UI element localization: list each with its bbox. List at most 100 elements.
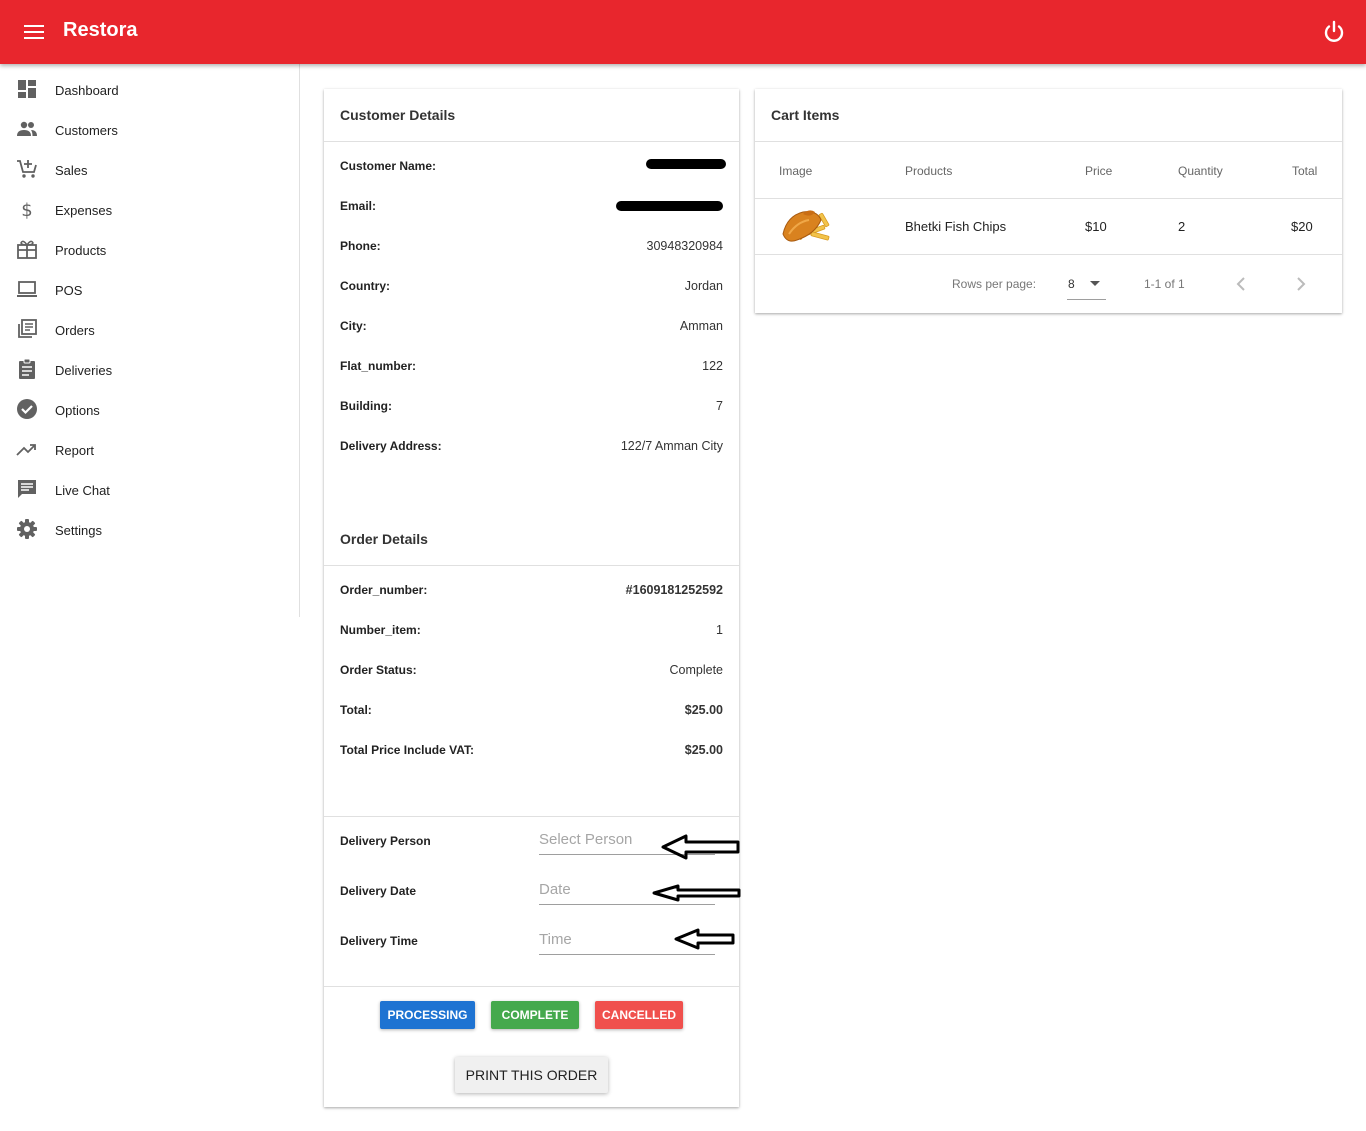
flat-number-value: 122 bbox=[702, 359, 723, 373]
sidebar-item-label: Settings bbox=[55, 523, 102, 538]
svg-text:$: $ bbox=[21, 200, 32, 220]
order-number-label: Order_number: bbox=[340, 583, 428, 597]
country-label: Country: bbox=[340, 279, 390, 293]
order-detail-card: Customer Details Customer Name: Email: P… bbox=[324, 89, 741, 1107]
sidebar-item-label: Expenses bbox=[55, 203, 113, 218]
cart-quantity: 2 bbox=[1178, 219, 1186, 234]
arrow-annotation-icon bbox=[674, 928, 735, 950]
sidebar-item-options[interactable]: Options bbox=[0, 388, 299, 428]
city-label: City: bbox=[340, 319, 367, 333]
phone-label: Phone: bbox=[340, 239, 381, 253]
sidebar-item-live-chat[interactable]: Live Chat bbox=[0, 468, 299, 508]
print-order-button[interactable]: PRINT THIS ORDER bbox=[455, 1057, 608, 1093]
chevron-left-icon[interactable] bbox=[1233, 275, 1251, 293]
sidebar-item-pos[interactable]: POS bbox=[0, 268, 299, 308]
complete-button[interactable]: COMPLETE bbox=[491, 1001, 579, 1029]
divider bbox=[755, 198, 1342, 199]
email-label: Email: bbox=[340, 199, 377, 213]
number-item-label: Number_item: bbox=[340, 623, 421, 637]
divider bbox=[324, 986, 739, 987]
chevron-down-icon bbox=[1090, 281, 1100, 286]
sidebar-item-label: Orders bbox=[55, 323, 95, 338]
order-details-title: Order Details bbox=[340, 531, 428, 547]
arrow-annotation-icon bbox=[652, 884, 741, 902]
column-header-image: Image bbox=[779, 164, 813, 178]
sidebar-item-label: Sales bbox=[55, 163, 88, 178]
column-header-total: Total bbox=[1292, 164, 1318, 178]
gift-box-icon bbox=[17, 240, 37, 259]
order-status-label: Order Status: bbox=[340, 663, 417, 677]
sidebar: Dashboard Customers Sales $ Expenses Pro… bbox=[0, 64, 300, 617]
column-header-products: Products bbox=[905, 164, 953, 178]
library-books-icon bbox=[18, 319, 37, 338]
cart-items-card: Cart Items Image Products Price Quantity… bbox=[755, 89, 1342, 313]
sidebar-item-label: Products bbox=[55, 243, 107, 258]
app-title: Restora bbox=[63, 19, 138, 41]
order-number-value: #1609181252592 bbox=[625, 583, 723, 597]
delivery-time-label: Delivery Time bbox=[340, 934, 418, 948]
building-value: 7 bbox=[716, 399, 723, 413]
gear-icon bbox=[17, 519, 37, 539]
sidebar-item-label: Live Chat bbox=[55, 483, 110, 498]
chevron-right-icon[interactable] bbox=[1291, 275, 1309, 293]
redaction-mark bbox=[646, 159, 726, 169]
divider bbox=[755, 254, 1342, 255]
cart-product-name: Bhetki Fish Chips bbox=[905, 219, 1007, 234]
processing-button[interactable]: PROCESSING bbox=[380, 1001, 475, 1029]
sidebar-item-deliveries[interactable]: Deliveries bbox=[0, 348, 299, 388]
total-vat-label: Total Price Include VAT: bbox=[340, 743, 475, 757]
sidebar-item-sales[interactable]: Sales bbox=[0, 148, 299, 188]
sidebar-item-label: POS bbox=[55, 283, 83, 298]
redaction-mark bbox=[616, 201, 723, 211]
column-header-quantity: Quantity bbox=[1178, 164, 1223, 178]
divider bbox=[324, 141, 739, 142]
trending-up-icon bbox=[16, 444, 36, 456]
rows-per-page-value: 8 bbox=[1068, 277, 1075, 291]
divider bbox=[324, 816, 739, 817]
cart-total: $20 bbox=[1291, 219, 1313, 234]
cart-add-icon bbox=[17, 160, 37, 178]
customer-name-label: Customer Name: bbox=[340, 159, 437, 173]
sidebar-item-label: Customers bbox=[55, 123, 118, 138]
total-value: $25.00 bbox=[684, 703, 723, 717]
check-circle-icon bbox=[17, 399, 37, 419]
phone-value: 30948320984 bbox=[646, 239, 723, 253]
building-label: Building: bbox=[340, 399, 392, 413]
sidebar-item-report[interactable]: Report bbox=[0, 428, 299, 468]
city-value: Amman bbox=[679, 319, 723, 333]
sidebar-item-label: Deliveries bbox=[55, 363, 113, 378]
column-header-price: Price bbox=[1085, 164, 1113, 178]
power-icon[interactable] bbox=[1320, 18, 1348, 46]
customer-details-title: Customer Details bbox=[340, 107, 456, 123]
sidebar-item-customers[interactable]: Customers bbox=[0, 108, 299, 148]
cart-price: $10 bbox=[1085, 219, 1107, 234]
sidebar-item-label: Options bbox=[55, 403, 100, 418]
order-status-value: Complete bbox=[669, 663, 724, 677]
sidebar-item-label: Dashboard bbox=[55, 83, 119, 98]
total-label: Total: bbox=[340, 703, 372, 717]
dashboard-icon bbox=[18, 80, 36, 98]
rows-per-page-select[interactable]: 8 bbox=[1067, 269, 1106, 300]
sidebar-item-orders[interactable]: Orders bbox=[0, 308, 299, 348]
sidebar-item-products[interactable]: Products bbox=[0, 228, 299, 268]
country-value: Jordan bbox=[684, 279, 723, 293]
number-item-value: 1 bbox=[716, 623, 723, 637]
total-vat-value: $25.00 bbox=[684, 743, 723, 757]
flat-number-label: Flat_number: bbox=[340, 359, 417, 373]
fish-chips-image bbox=[782, 210, 830, 242]
menu-icon[interactable] bbox=[20, 20, 48, 44]
delivery-address-label: Delivery Address: bbox=[340, 439, 442, 453]
sidebar-item-label: Report bbox=[55, 443, 95, 458]
delivery-date-label: Delivery Date bbox=[340, 884, 417, 898]
sidebar-item-settings[interactable]: Settings bbox=[0, 508, 299, 548]
cancelled-button[interactable]: CANCELLED bbox=[595, 1001, 683, 1029]
delivery-address-value: 122/7 Amman City bbox=[620, 439, 723, 453]
sidebar-item-dashboard[interactable]: Dashboard bbox=[0, 68, 299, 108]
rows-per-page-label: Rows per page: bbox=[952, 277, 1037, 291]
sidebar-item-expenses[interactable]: $ Expenses bbox=[0, 188, 299, 228]
chat-icon bbox=[18, 480, 36, 498]
delivery-person-label: Delivery Person bbox=[340, 834, 431, 848]
divider bbox=[755, 141, 1342, 142]
laptop-icon bbox=[17, 281, 37, 297]
customers-icon bbox=[17, 121, 37, 136]
